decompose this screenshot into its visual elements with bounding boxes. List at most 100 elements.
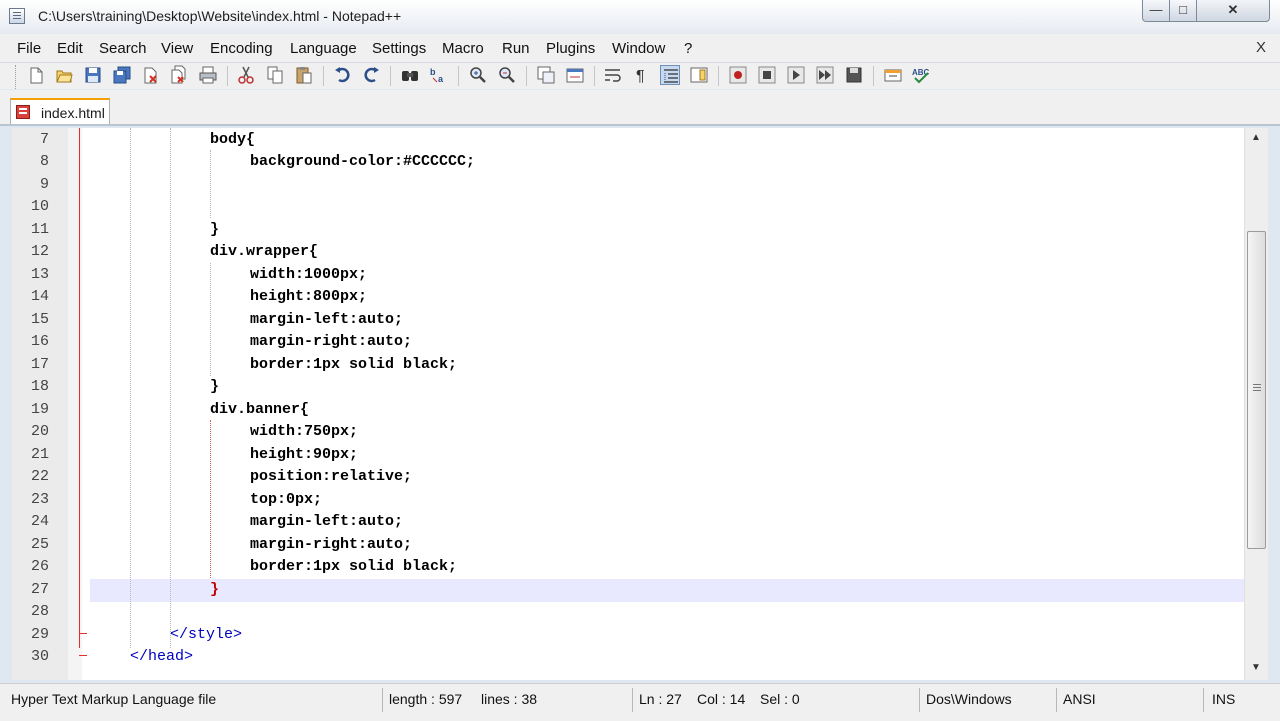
code-line: 23 top:0px; (12, 489, 1244, 512)
code-line: 15 margin-left:auto; (12, 309, 1244, 332)
save-macro-icon[interactable] (844, 65, 864, 85)
play-macro-icon[interactable] (786, 65, 806, 85)
minimize-button[interactable]: — (1142, 0, 1170, 22)
line-number: 30 (30, 648, 49, 665)
code-line: 9 (12, 174, 1244, 197)
code-line: 17 border:1px solid black; (12, 354, 1244, 377)
run-macro-multiple-icon[interactable] (815, 65, 835, 85)
code-line: 8 background-color:#CCCCCC; (12, 151, 1244, 174)
code-line: 19 div.banner{ (12, 399, 1244, 422)
document-map-icon[interactable] (689, 65, 709, 85)
status-eol-format[interactable]: Dos\Windows (926, 691, 1012, 707)
menu-plugins[interactable]: Plugins (546, 40, 595, 57)
sync-horizontal-icon[interactable] (565, 65, 585, 85)
code-line: 18} (12, 376, 1244, 399)
status-insert-mode[interactable]: INS (1212, 691, 1235, 707)
open-file-icon[interactable] (54, 65, 74, 85)
scroll-up-arrow-icon[interactable]: ▲ (1251, 132, 1261, 143)
new-file-icon[interactable] (26, 65, 46, 85)
line-number: 21 (30, 446, 49, 463)
svg-text:a: a (438, 74, 444, 84)
code-text: height:90px; (250, 446, 359, 463)
line-number: 18 (30, 378, 49, 395)
line-number: 11 (30, 221, 49, 238)
line-number: 15 (30, 311, 49, 328)
code-editor[interactable]: 7 body{ 8 background-color:#CCCCCC; 9 10 1… (12, 128, 1244, 680)
undo-icon[interactable] (333, 65, 353, 85)
code-text: border:1px solid black; (250, 558, 458, 575)
cut-icon[interactable] (236, 65, 256, 85)
paste-icon[interactable] (294, 65, 314, 85)
redo-icon[interactable] (361, 65, 381, 85)
code-line: 13 width:1000px; (12, 264, 1244, 287)
close-icon[interactable] (141, 65, 161, 85)
code-text: background-color:#CCCCCC; (250, 153, 476, 170)
code-text: width:1000px; (250, 266, 368, 283)
line-number: 28 (30, 603, 49, 620)
matched-brace: } (210, 581, 220, 598)
menu-window[interactable]: Window (612, 40, 665, 57)
code-line: 24 margin-left:auto; (12, 511, 1244, 534)
close-all-icon[interactable] (169, 65, 189, 85)
indent-guide-icon[interactable] (660, 65, 680, 85)
word-wrap-icon[interactable] (603, 65, 623, 85)
menu-edit[interactable]: Edit (57, 40, 83, 57)
menu-file[interactable]: File (17, 40, 41, 57)
record-macro-icon[interactable] (728, 65, 748, 85)
maximize-button[interactable]: □ (1169, 0, 1197, 22)
close-document-button[interactable]: X (1256, 39, 1266, 56)
status-bar: Hyper Text Markup Language file length :… (0, 683, 1280, 721)
code-line: 21 height:90px; (12, 444, 1244, 467)
menu-view[interactable]: View (161, 40, 193, 57)
toolbar-separator (873, 66, 874, 86)
print-icon[interactable] (198, 65, 218, 85)
replace-icon[interactable]: ba (429, 65, 449, 85)
status-separator (1203, 688, 1204, 712)
zoom-out-icon[interactable] (497, 65, 517, 85)
save-icon[interactable] (83, 65, 103, 85)
notepad-app-icon[interactable] (9, 8, 25, 24)
line-number: 16 (30, 333, 49, 350)
run-icon[interactable] (883, 65, 903, 85)
menu-language[interactable]: Language (290, 40, 357, 57)
line-number: 25 (30, 536, 49, 553)
toolbar-grip[interactable] (15, 65, 19, 89)
line-number: 8 (39, 153, 49, 170)
scroll-down-arrow-icon[interactable]: ▼ (1251, 662, 1261, 673)
toolbar: ba ¶ ABC (0, 63, 1280, 89)
vertical-scrollbar[interactable]: ▲ ▼ (1244, 128, 1268, 680)
tab-index-html[interactable]: index.html (10, 98, 110, 124)
status-lines: lines : 38 (481, 691, 538, 707)
menu-run[interactable]: Run (502, 40, 530, 57)
menu-macro[interactable]: Macro (442, 40, 484, 57)
tab-label: index.html (41, 105, 105, 121)
scrollbar-thumb[interactable] (1247, 231, 1266, 549)
spellcheck-icon[interactable]: ABC (911, 65, 931, 85)
save-all-icon[interactable] (112, 65, 132, 85)
thumb-grip-icon (1253, 384, 1261, 385)
copy-icon[interactable] (265, 65, 285, 85)
sync-vertical-icon[interactable] (536, 65, 556, 85)
line-number: 19 (30, 401, 49, 418)
status-file-type: Hyper Text Markup Language file (11, 691, 217, 707)
modified-file-icon (16, 105, 30, 119)
menu-bar: File Edit Search View Encoding Language … (0, 34, 1280, 63)
toolbar-separator (458, 66, 459, 86)
line-number: 26 (30, 558, 49, 575)
zoom-in-icon[interactable] (468, 65, 488, 85)
stop-macro-icon[interactable] (757, 65, 777, 85)
status-separator (1056, 688, 1057, 712)
find-icon[interactable] (400, 65, 420, 85)
status-encoding[interactable]: ANSI (1063, 691, 1096, 707)
menu-help[interactable]: ? (684, 40, 692, 57)
menu-encoding[interactable]: Encoding (210, 40, 273, 57)
close-window-button[interactable]: ✕ (1196, 0, 1270, 22)
menu-search[interactable]: Search (99, 40, 147, 57)
code-line: 30 </head> (12, 646, 1244, 669)
code-text: border:1px solid black; (250, 356, 458, 373)
code-line: 11} (12, 219, 1244, 242)
menu-settings[interactable]: Settings (372, 40, 426, 57)
code-line: 20 width:750px; (12, 421, 1244, 444)
line-number: 27 (30, 581, 49, 598)
show-all-chars-icon[interactable]: ¶ (632, 65, 652, 85)
